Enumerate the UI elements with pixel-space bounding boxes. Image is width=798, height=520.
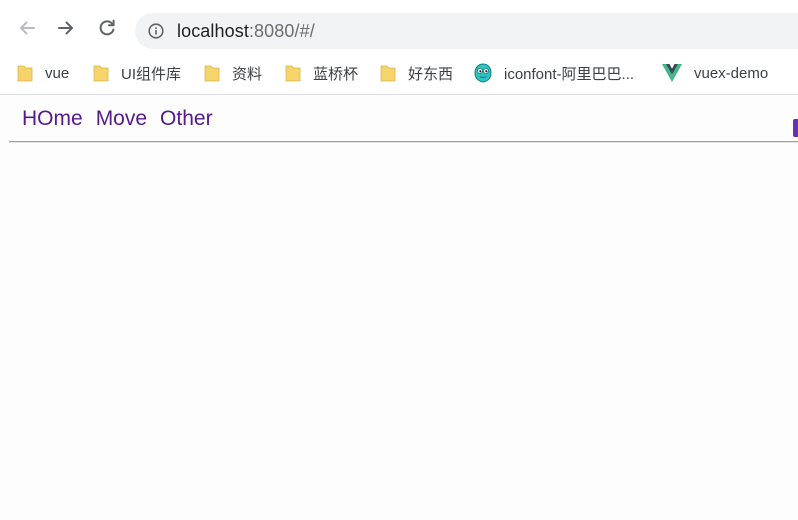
folder-icon (93, 65, 109, 82)
bookmark-label: vuex-demo (694, 64, 769, 82)
url-text[interactable]: localhost:8080/#/ (177, 20, 315, 42)
info-icon[interactable] (148, 23, 164, 39)
folder-icon (380, 65, 396, 82)
nav-divider (9, 141, 798, 143)
bookmark-ziliao[interactable]: 资料 (204, 56, 262, 90)
url-path: :8080/#/ (248, 21, 315, 41)
bookmark-label: 资料 (232, 65, 263, 83)
address-bar[interactable]: localhost:8080/#/ (135, 13, 798, 49)
reload-button[interactable] (95, 16, 119, 40)
reload-icon (99, 19, 115, 36)
forward-button[interactable] (54, 16, 78, 40)
arrow-left-icon (20, 21, 35, 35)
bookmark-label: vue (45, 64, 70, 82)
router-view (0, 144, 798, 520)
bookmark-vue[interactable]: vue (17, 56, 69, 90)
bookmark-vuex-demo[interactable]: vuex-demo (662, 56, 768, 90)
url-host: localhost (177, 21, 249, 41)
folder-icon (285, 65, 301, 82)
bookmark-label: UI组件库 (121, 65, 182, 83)
nav-link-other[interactable]: Other (160, 106, 213, 132)
nav-link-move[interactable]: Move (96, 106, 147, 132)
iconfont-favicon (474, 63, 492, 83)
browser-toolbar: localhost:8080/#/ (0, 0, 798, 56)
bookmark-overflow-partial-icon[interactable] (793, 119, 798, 137)
bookmark-label: 蓝桥杯 (313, 65, 359, 83)
bookmarks-bar: vue UI组件库 资料 蓝桥杯 好东西 iconfont-阿里巴巴... vu… (0, 56, 798, 137)
bookmark-ui-library[interactable]: UI组件库 (93, 56, 181, 90)
arrow-right-icon (58, 21, 73, 35)
bookmark-haodongxi[interactable]: 好东西 (380, 56, 453, 90)
bookmark-iconfont[interactable]: iconfont-阿里巴巴... (472, 56, 634, 90)
bookmark-lanqiaobei[interactable]: 蓝桥杯 (285, 56, 358, 90)
bookmark-label: iconfont-阿里巴巴... (504, 65, 635, 83)
folder-icon (17, 65, 33, 82)
browser-window: localhost:8080/#/ vue UI组件库 资料 蓝桥杯 好东西 i… (0, 0, 798, 520)
nav-link-home[interactable]: HOme (22, 106, 83, 132)
vue-logo-icon (662, 64, 682, 82)
app-nav: HOme Move Other (22, 106, 213, 132)
folder-icon (204, 65, 220, 82)
bookmark-label: 好东西 (408, 65, 454, 83)
back-button[interactable] (15, 16, 39, 40)
